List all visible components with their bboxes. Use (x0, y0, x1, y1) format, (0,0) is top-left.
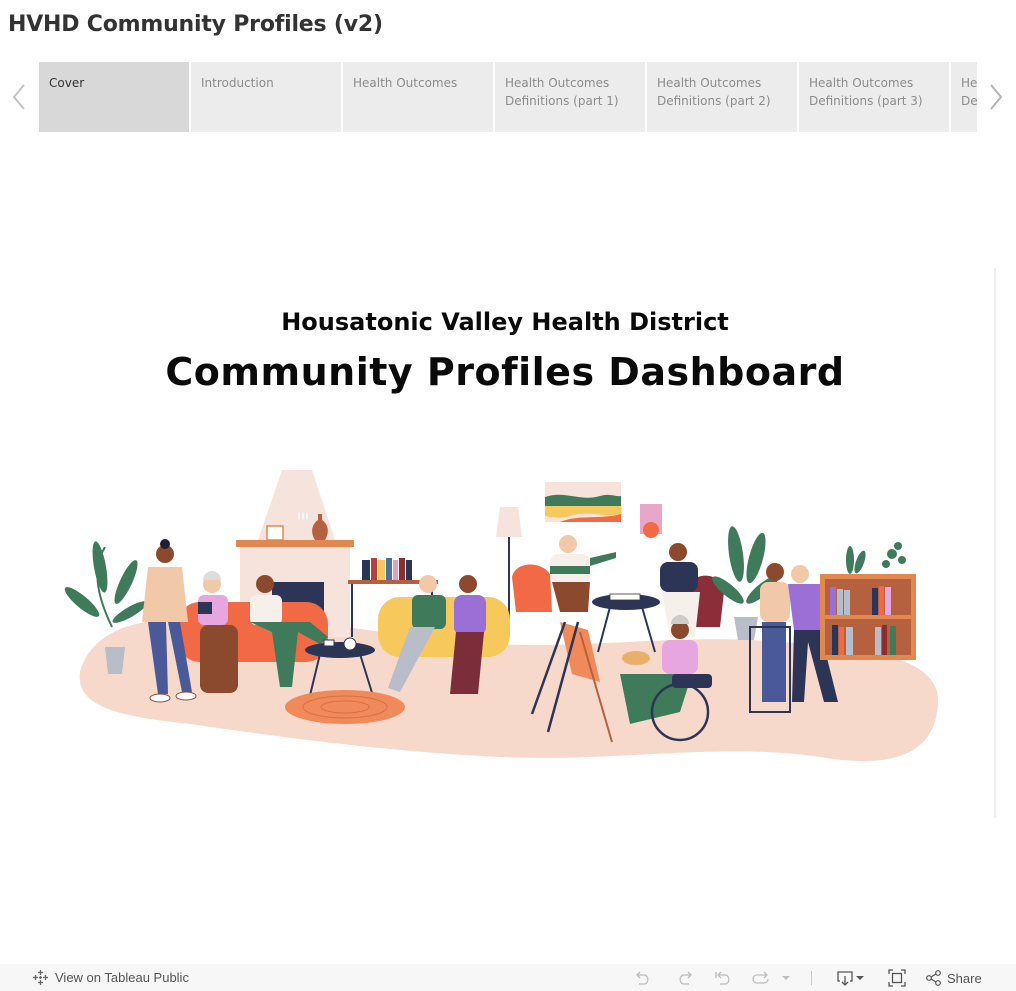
community-center-illustration (64, 470, 939, 762)
redo-button[interactable] (674, 968, 694, 988)
download-button[interactable] (834, 968, 868, 988)
tableau-toolbar: View on Tableau Public Share (0, 964, 1016, 991)
view-on-tableau-public-link[interactable]: View on Tableau Public (32, 969, 189, 986)
fullscreen-icon (888, 969, 906, 987)
sheet-tab[interactable]: Cover (39, 62, 189, 132)
sheet-tab[interactable]: Health Outcomes Definitions (part 3) (799, 62, 949, 132)
refresh-button[interactable] (750, 968, 772, 988)
bookshelf (820, 542, 916, 660)
caret-down-icon (782, 976, 790, 980)
view-on-tableau-label: View on Tableau Public (55, 970, 189, 985)
sheet-tab[interactable]: Health Outcomes (343, 62, 493, 132)
share-label: Share (947, 970, 982, 986)
workbook-title: HVHD Community Profiles (v2) (8, 12, 383, 37)
sheet-tab[interactable]: Health Outcomes Definitions (part 4) (951, 62, 977, 132)
tabs-next-button[interactable] (977, 62, 1015, 132)
sheet-tab[interactable]: Health Outcomes Definitions (part 2) (647, 62, 797, 132)
sheet-tab[interactable]: Health Outcomes Definitions (part 1) (495, 62, 645, 132)
candle-1 (297, 511, 301, 521)
redo-icon (679, 971, 692, 985)
red-chair (512, 564, 552, 612)
candle-2 (301, 511, 305, 521)
tabs-list: Cover Introduction Health Outcomes Health O… (39, 62, 977, 132)
undo-icon (636, 971, 649, 985)
tabs-prev-button[interactable] (0, 62, 38, 132)
books-row (362, 558, 412, 580)
sheet-tabstrip: Cover Introduction Health Outcomes Health O… (0, 62, 1016, 132)
senior-woman-pink (198, 571, 238, 693)
download-icon (837, 971, 864, 986)
candle-3 (305, 511, 309, 521)
chevron-right-icon (990, 84, 1003, 110)
dashboard-title-heading: Community Profiles Dashboard (165, 350, 845, 394)
refresh-icon (752, 971, 769, 984)
floor-lamp-shade (496, 507, 522, 537)
undo-button[interactable] (634, 968, 654, 988)
chessboard (609, 593, 641, 601)
share-icon (926, 970, 941, 986)
picture-frame (266, 525, 284, 541)
chevron-left-icon (12, 84, 25, 110)
sheet-tab[interactable]: Introduction (191, 62, 341, 132)
revert-icon (715, 971, 730, 985)
tabs-viewport: Cover Introduction Health Outcomes Health O… (39, 62, 977, 132)
share-button[interactable]: Share (926, 968, 986, 988)
toolbar-separator (806, 968, 816, 988)
tableau-logo-icon (33, 970, 48, 985)
revert-button[interactable] (713, 968, 735, 988)
coffee-table (305, 642, 375, 658)
pause-updates-dropdown[interactable] (779, 968, 793, 988)
org-name-heading: Housatonic Valley Health District (281, 308, 729, 336)
fullscreen-button[interactable] (887, 968, 907, 988)
fireplace-mantel (236, 540, 354, 547)
